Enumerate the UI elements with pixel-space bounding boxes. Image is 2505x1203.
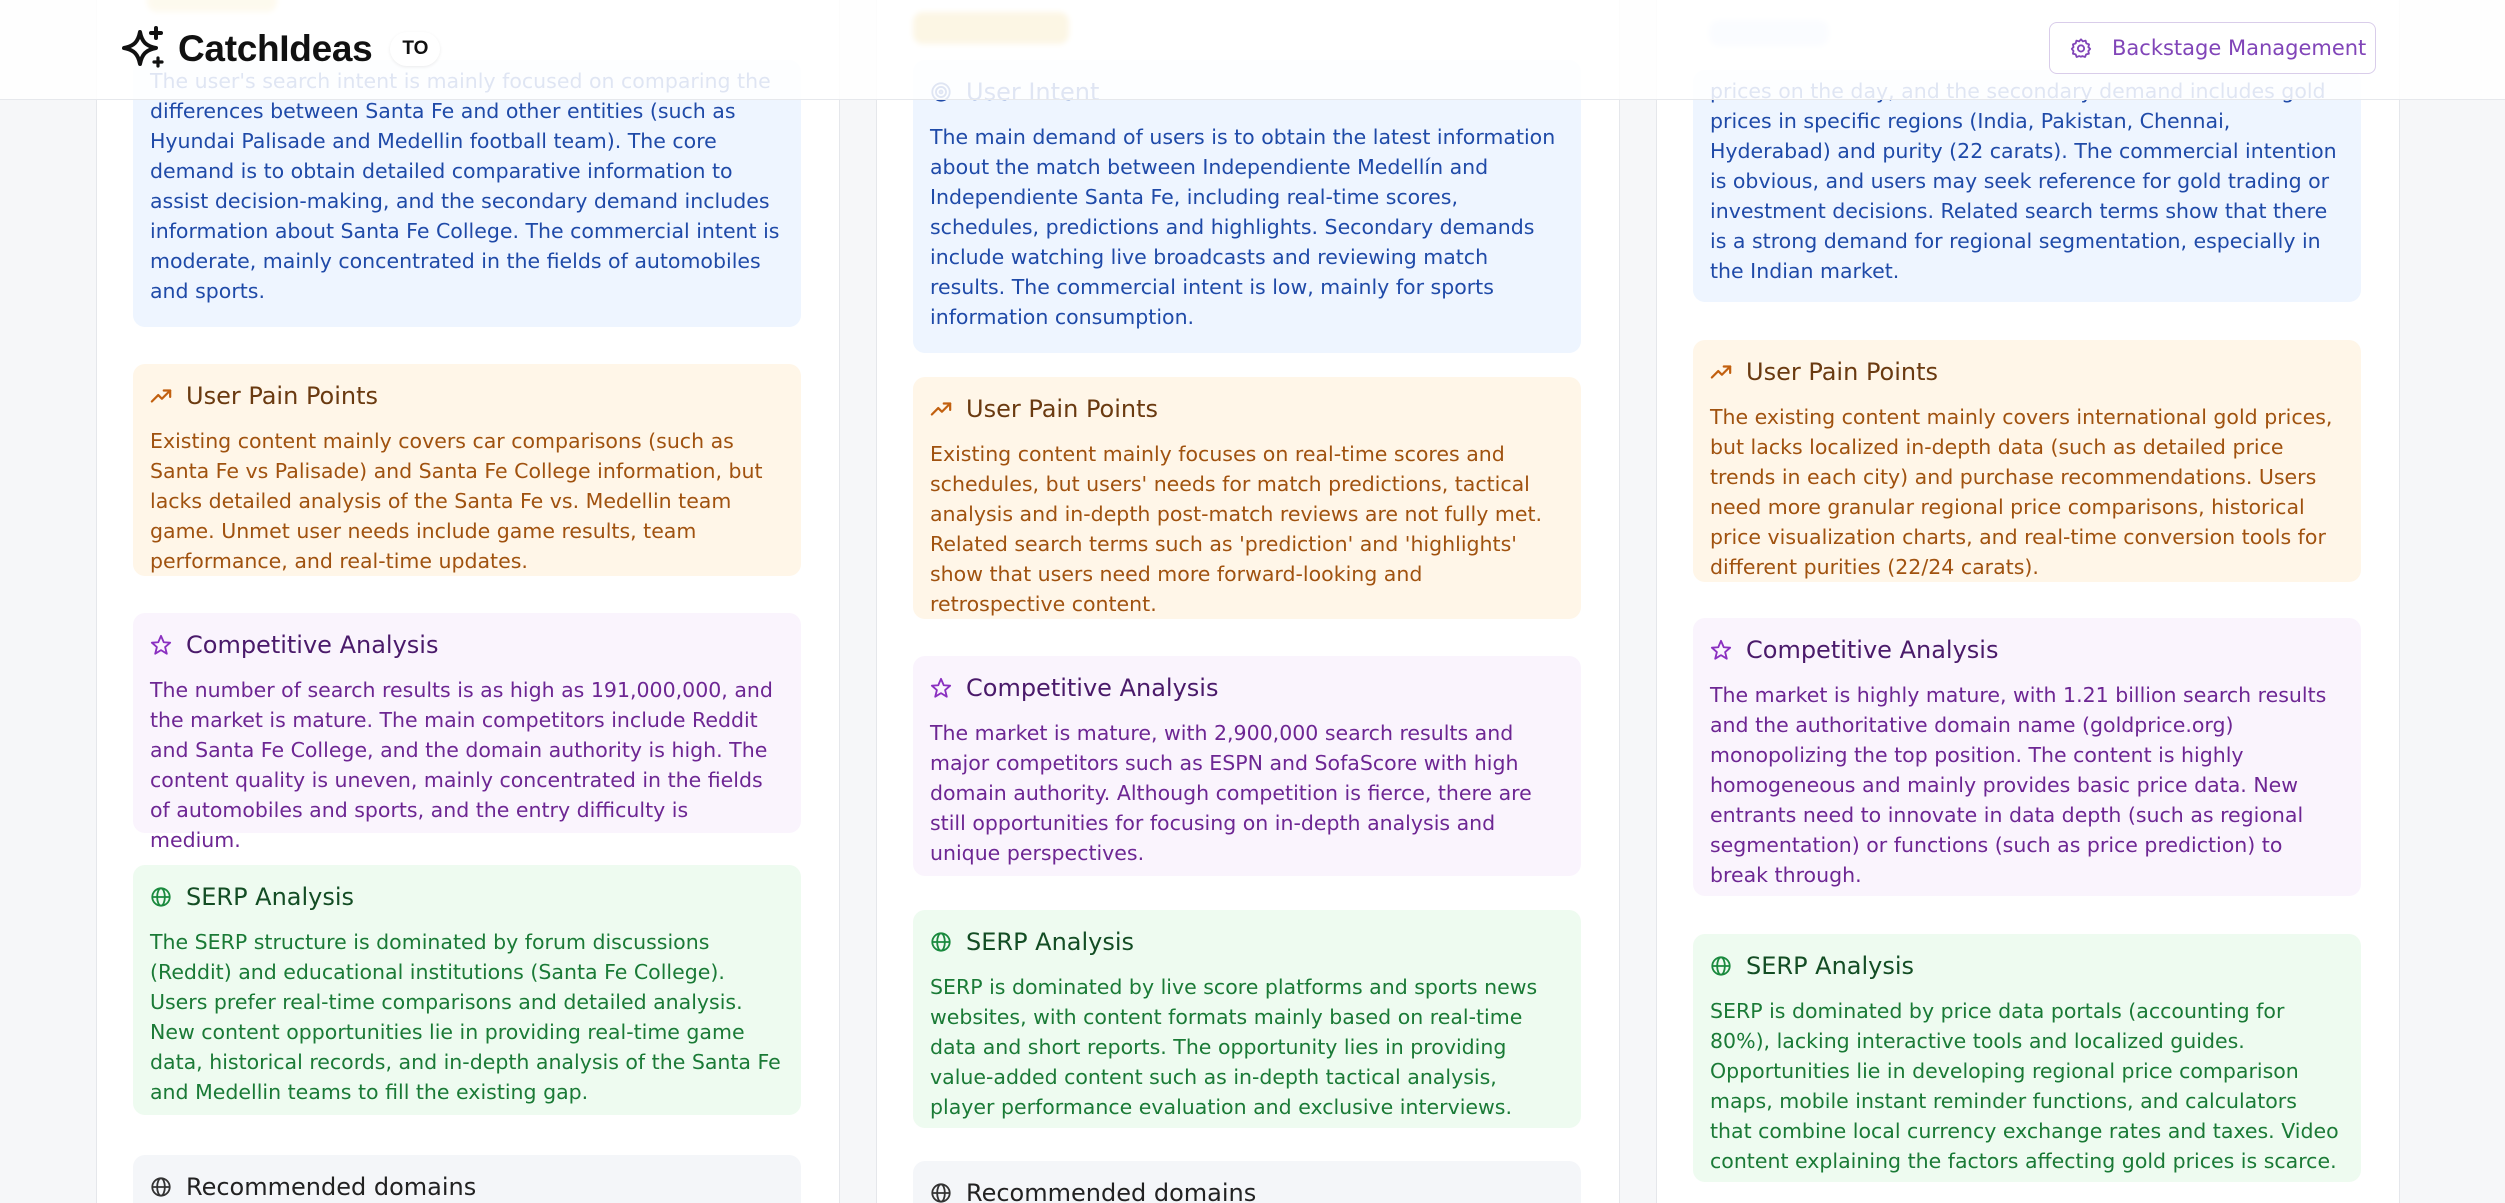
top-header: CatchIdeas TO Backstage Management <box>0 0 2505 100</box>
serp-analysis-card: SERP Analysis SERP is dominated by live … <box>913 910 1581 1128</box>
competitive-analysis-text: The number of search results is as high … <box>150 678 773 852</box>
user-intent-text: prices on the day, and the secondary dem… <box>1710 79 2337 283</box>
globe-icon <box>151 1177 171 1197</box>
logo[interactable]: CatchIdeas TO <box>118 24 441 74</box>
trending-up-icon <box>1710 365 1732 379</box>
serp-analysis-title: SERP Analysis <box>1746 952 1915 980</box>
user-intent-card: prices on the day, and the secondary dem… <box>1693 70 2361 302</box>
globe-icon <box>1711 956 1731 976</box>
backstage-management-button[interactable]: Backstage Management <box>2049 22 2376 74</box>
serp-analysis-card: SERP Analysis The SERP structure is domi… <box>133 865 801 1115</box>
user-intent-text: The main demand of users is to obtain th… <box>930 125 1556 329</box>
serp-analysis-text: SERP is dominated by live score platform… <box>930 975 1538 1119</box>
serp-analysis-text: The SERP structure is dominated by forum… <box>150 930 781 1104</box>
star-icon <box>150 634 172 655</box>
user-pain-points-text: Existing content mainly focuses on real-… <box>930 442 1543 616</box>
competitive-analysis-title: Competitive Analysis <box>966 674 1219 702</box>
serp-analysis-title: SERP Analysis <box>966 928 1135 956</box>
page: The user's search intent is mainly focus… <box>0 0 2505 1203</box>
user-pain-points-title: User Pain Points <box>186 382 379 410</box>
user-pain-points-card: User Pain Points Existing content mainly… <box>133 364 801 576</box>
recommended-domains-card: Recommended domains <box>913 1161 1581 1203</box>
user-pain-points-title: User Pain Points <box>966 395 1159 423</box>
user-pain-points-card: User Pain Points The existing content ma… <box>1693 340 2361 582</box>
globe-icon <box>151 887 171 907</box>
trending-up-icon <box>930 402 952 416</box>
competitive-analysis-card: Competitive Analysis The market is matur… <box>913 656 1581 876</box>
user-intent-text: The user's search intent is mainly focus… <box>150 69 780 303</box>
user-pain-points-text: The existing content mainly covers inter… <box>1710 405 2333 579</box>
user-badge[interactable]: TO <box>390 32 441 66</box>
recommended-domains-card: Recommended domains <box>133 1155 801 1203</box>
competitive-analysis-card: Competitive Analysis The number of searc… <box>133 613 801 852</box>
globe-icon <box>931 1183 951 1203</box>
user-intent-card: The user's search intent is mainly focus… <box>133 60 801 327</box>
app-name: CatchIdeas <box>178 28 373 69</box>
backstage-management-label: Backstage Management <box>2112 36 2367 60</box>
user-pain-points-card: User Pain Points Existing content mainly… <box>913 377 1581 619</box>
gear-icon <box>2070 38 2092 58</box>
sparkle-icon <box>122 26 164 68</box>
idea-column-2: User Intent The main demand of users is … <box>876 0 1620 1203</box>
competitive-analysis-text: The market is mature, with 2,900,000 sea… <box>930 721 1532 865</box>
recommended-domains-title: Recommended domains <box>966 1179 1257 1203</box>
serp-analysis-text: SERP is dominated by price data portals … <box>1710 999 2339 1173</box>
competitive-analysis-title: Competitive Analysis <box>1746 636 1999 664</box>
trending-up-icon <box>150 389 172 403</box>
serp-analysis-card: SERP Analysis SERP is dominated by price… <box>1693 934 2361 1182</box>
competitive-analysis-text: The market is highly mature, with 1.21 b… <box>1710 683 2327 887</box>
idea-column-1: The user's search intent is mainly focus… <box>96 0 840 1203</box>
user-pain-points-text: Existing content mainly covers car compa… <box>150 429 763 573</box>
globe-icon <box>931 932 951 952</box>
competitive-analysis-card: Competitive Analysis The market is highl… <box>1693 618 2361 896</box>
user-pain-points-title: User Pain Points <box>1746 358 1939 386</box>
user-intent-card: User Intent The main demand of users is … <box>913 60 1581 353</box>
star-icon <box>930 677 952 698</box>
competitive-analysis-title: Competitive Analysis <box>186 631 439 659</box>
idea-column-3: prices on the day, and the secondary dem… <box>1656 0 2400 1203</box>
star-icon <box>1710 639 1732 660</box>
serp-analysis-title: SERP Analysis <box>186 883 355 911</box>
recommended-domains-title: Recommended domains <box>186 1173 477 1201</box>
